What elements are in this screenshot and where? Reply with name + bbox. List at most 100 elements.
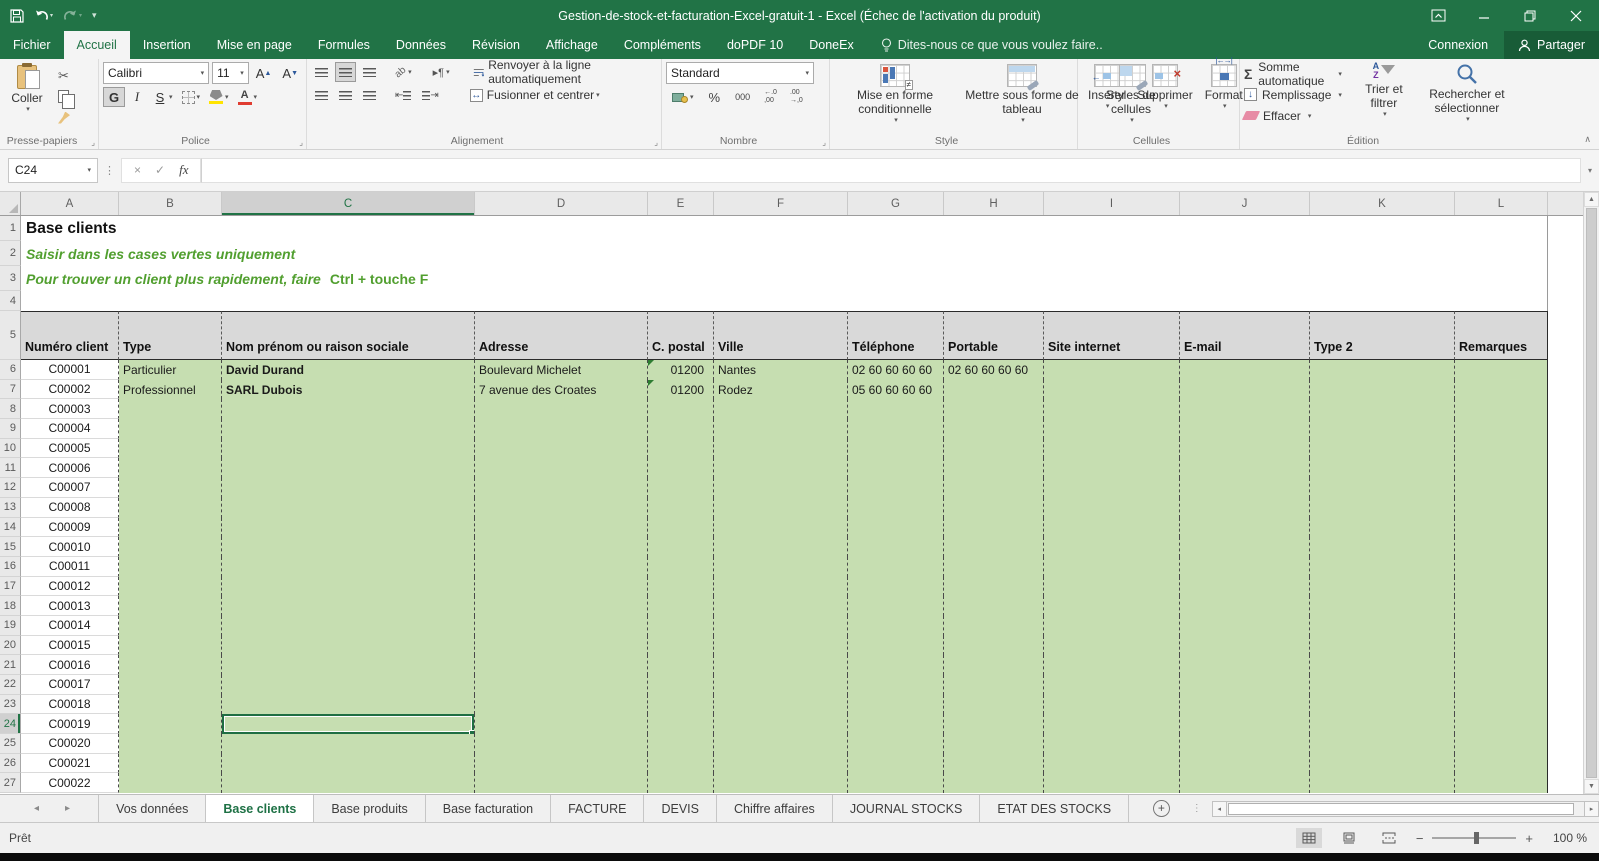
cell-K24[interactable] bbox=[1310, 714, 1455, 734]
cell-A8[interactable]: C00003 bbox=[21, 399, 119, 419]
page-break-view-button[interactable] bbox=[1376, 828, 1402, 848]
cell-H10[interactable] bbox=[944, 439, 1044, 459]
cell-E15[interactable] bbox=[648, 537, 714, 557]
cell-D16[interactable] bbox=[475, 557, 648, 577]
column-header-J[interactable]: J bbox=[1180, 192, 1310, 215]
copy-button[interactable]: ▾ bbox=[54, 88, 79, 105]
cell-H6[interactable]: 02 60 60 60 60 bbox=[944, 360, 1044, 380]
cell-H15[interactable] bbox=[944, 537, 1044, 557]
cell-H23[interactable] bbox=[944, 695, 1044, 715]
cell-E23[interactable] bbox=[648, 695, 714, 715]
zoom-slider[interactable] bbox=[1432, 837, 1516, 839]
cell-F26[interactable] bbox=[714, 754, 848, 774]
cell-G23[interactable] bbox=[848, 695, 944, 715]
cell-J12[interactable] bbox=[1180, 478, 1310, 498]
cell-A14[interactable]: C00009 bbox=[21, 518, 119, 538]
cell-K19[interactable] bbox=[1310, 616, 1455, 636]
cell-K5[interactable]: Type 2 bbox=[1310, 311, 1455, 360]
cell-L21[interactable] bbox=[1455, 655, 1548, 675]
zoom-in-icon[interactable]: + bbox=[1525, 831, 1533, 846]
cell-F12[interactable] bbox=[714, 478, 848, 498]
cell-C23[interactable] bbox=[222, 695, 475, 715]
column-header-F[interactable]: F bbox=[714, 192, 848, 215]
cell-C12[interactable] bbox=[222, 478, 475, 498]
tab-revision[interactable]: Révision bbox=[459, 31, 533, 59]
tell-me-box[interactable]: Dites-nous ce que vous voulez faire.. bbox=[867, 31, 1117, 59]
decrease-decimal-button[interactable]: .00→,0 bbox=[787, 88, 806, 105]
cell-A16[interactable]: C00011 bbox=[21, 557, 119, 577]
sheet-tab-facture[interactable]: FACTURE bbox=[551, 795, 644, 822]
vertical-scrollbar[interactable]: ▲ ▼ bbox=[1583, 192, 1599, 794]
sheet-tab-base-facturation[interactable]: Base facturation bbox=[426, 795, 551, 822]
align-center-button[interactable] bbox=[335, 85, 356, 105]
column-header-K[interactable]: K bbox=[1310, 192, 1455, 215]
insert-cells-button[interactable]: ← Insérer ▾ bbox=[1082, 62, 1131, 133]
paste-button[interactable]: Coller ▾ bbox=[4, 62, 50, 133]
ribbon-display-options-icon[interactable] bbox=[1415, 0, 1461, 31]
cell-A17[interactable]: C00012 bbox=[21, 577, 119, 597]
cell-J15[interactable] bbox=[1180, 537, 1310, 557]
cell-E11[interactable] bbox=[648, 458, 714, 478]
cell-K18[interactable] bbox=[1310, 596, 1455, 616]
cell-F17[interactable] bbox=[714, 577, 848, 597]
cell-E16[interactable] bbox=[648, 557, 714, 577]
text-direction-button[interactable]: ▸¶▾ bbox=[429, 62, 454, 82]
cell-I17[interactable] bbox=[1044, 577, 1180, 597]
row-header-26[interactable]: 26 bbox=[0, 754, 21, 774]
cell-K22[interactable] bbox=[1310, 675, 1455, 695]
row-header-5[interactable]: 5 bbox=[0, 311, 21, 360]
cell-D24[interactable] bbox=[475, 714, 648, 734]
number-format-combo[interactable]: Standard▾ bbox=[666, 62, 814, 84]
cell-E22[interactable] bbox=[648, 675, 714, 695]
cell-H9[interactable] bbox=[944, 419, 1044, 439]
cell-I18[interactable] bbox=[1044, 596, 1180, 616]
cell-I13[interactable] bbox=[1044, 498, 1180, 518]
cell-A27[interactable]: C00022 bbox=[21, 773, 119, 793]
cell-D12[interactable] bbox=[475, 478, 648, 498]
cell-C7[interactable]: SARL Dubois bbox=[222, 380, 475, 400]
cell-I9[interactable] bbox=[1044, 419, 1180, 439]
cell-L6[interactable] bbox=[1455, 360, 1548, 380]
cell-L10[interactable] bbox=[1455, 439, 1548, 459]
cell-B22[interactable] bbox=[119, 675, 222, 695]
zoom-out-icon[interactable]: − bbox=[1416, 831, 1424, 846]
cell-F20[interactable] bbox=[714, 636, 848, 656]
sheet-tab-etat-des-stocks[interactable]: ETAT DES STOCKS bbox=[980, 795, 1129, 822]
cell-B26[interactable] bbox=[119, 754, 222, 774]
row-header-15[interactable]: 15 bbox=[0, 537, 21, 557]
cell-G24[interactable] bbox=[848, 714, 944, 734]
cell-C10[interactable] bbox=[222, 439, 475, 459]
page-layout-view-button[interactable] bbox=[1336, 828, 1362, 848]
cell-C18[interactable] bbox=[222, 596, 475, 616]
cell-L9[interactable] bbox=[1455, 419, 1548, 439]
underline-button[interactable]: S▾ bbox=[149, 87, 177, 107]
cell-K12[interactable] bbox=[1310, 478, 1455, 498]
cell-G25[interactable] bbox=[848, 734, 944, 754]
cell-J18[interactable] bbox=[1180, 596, 1310, 616]
close-button[interactable] bbox=[1553, 0, 1599, 31]
cell-F15[interactable] bbox=[714, 537, 848, 557]
cell-E14[interactable] bbox=[648, 518, 714, 538]
cell-K6[interactable] bbox=[1310, 360, 1455, 380]
cell-G19[interactable] bbox=[848, 616, 944, 636]
wrap-text-button[interactable]: Renvoyer à la ligne automatiquement bbox=[469, 62, 657, 82]
cell-I8[interactable] bbox=[1044, 399, 1180, 419]
minimize-button[interactable] bbox=[1461, 0, 1507, 31]
cell-K23[interactable] bbox=[1310, 695, 1455, 715]
cell-G8[interactable] bbox=[848, 399, 944, 419]
cell-E9[interactable] bbox=[648, 419, 714, 439]
autosum-button[interactable]: ΣSomme automatique▾ bbox=[1244, 65, 1342, 82]
cell-I21[interactable] bbox=[1044, 655, 1180, 675]
cell-K20[interactable] bbox=[1310, 636, 1455, 656]
cell-C8[interactable] bbox=[222, 399, 475, 419]
cell-G18[interactable] bbox=[848, 596, 944, 616]
align-left-button[interactable] bbox=[311, 85, 332, 105]
cell-H11[interactable] bbox=[944, 458, 1044, 478]
cell-I25[interactable] bbox=[1044, 734, 1180, 754]
cell-H16[interactable] bbox=[944, 557, 1044, 577]
cell-F6[interactable]: Nantes bbox=[714, 360, 848, 380]
cell-D23[interactable] bbox=[475, 695, 648, 715]
insert-function-icon[interactable]: fx bbox=[179, 162, 188, 178]
cut-button[interactable]: ✂ bbox=[54, 67, 79, 84]
tab-fichier[interactable]: Fichier bbox=[0, 31, 64, 59]
